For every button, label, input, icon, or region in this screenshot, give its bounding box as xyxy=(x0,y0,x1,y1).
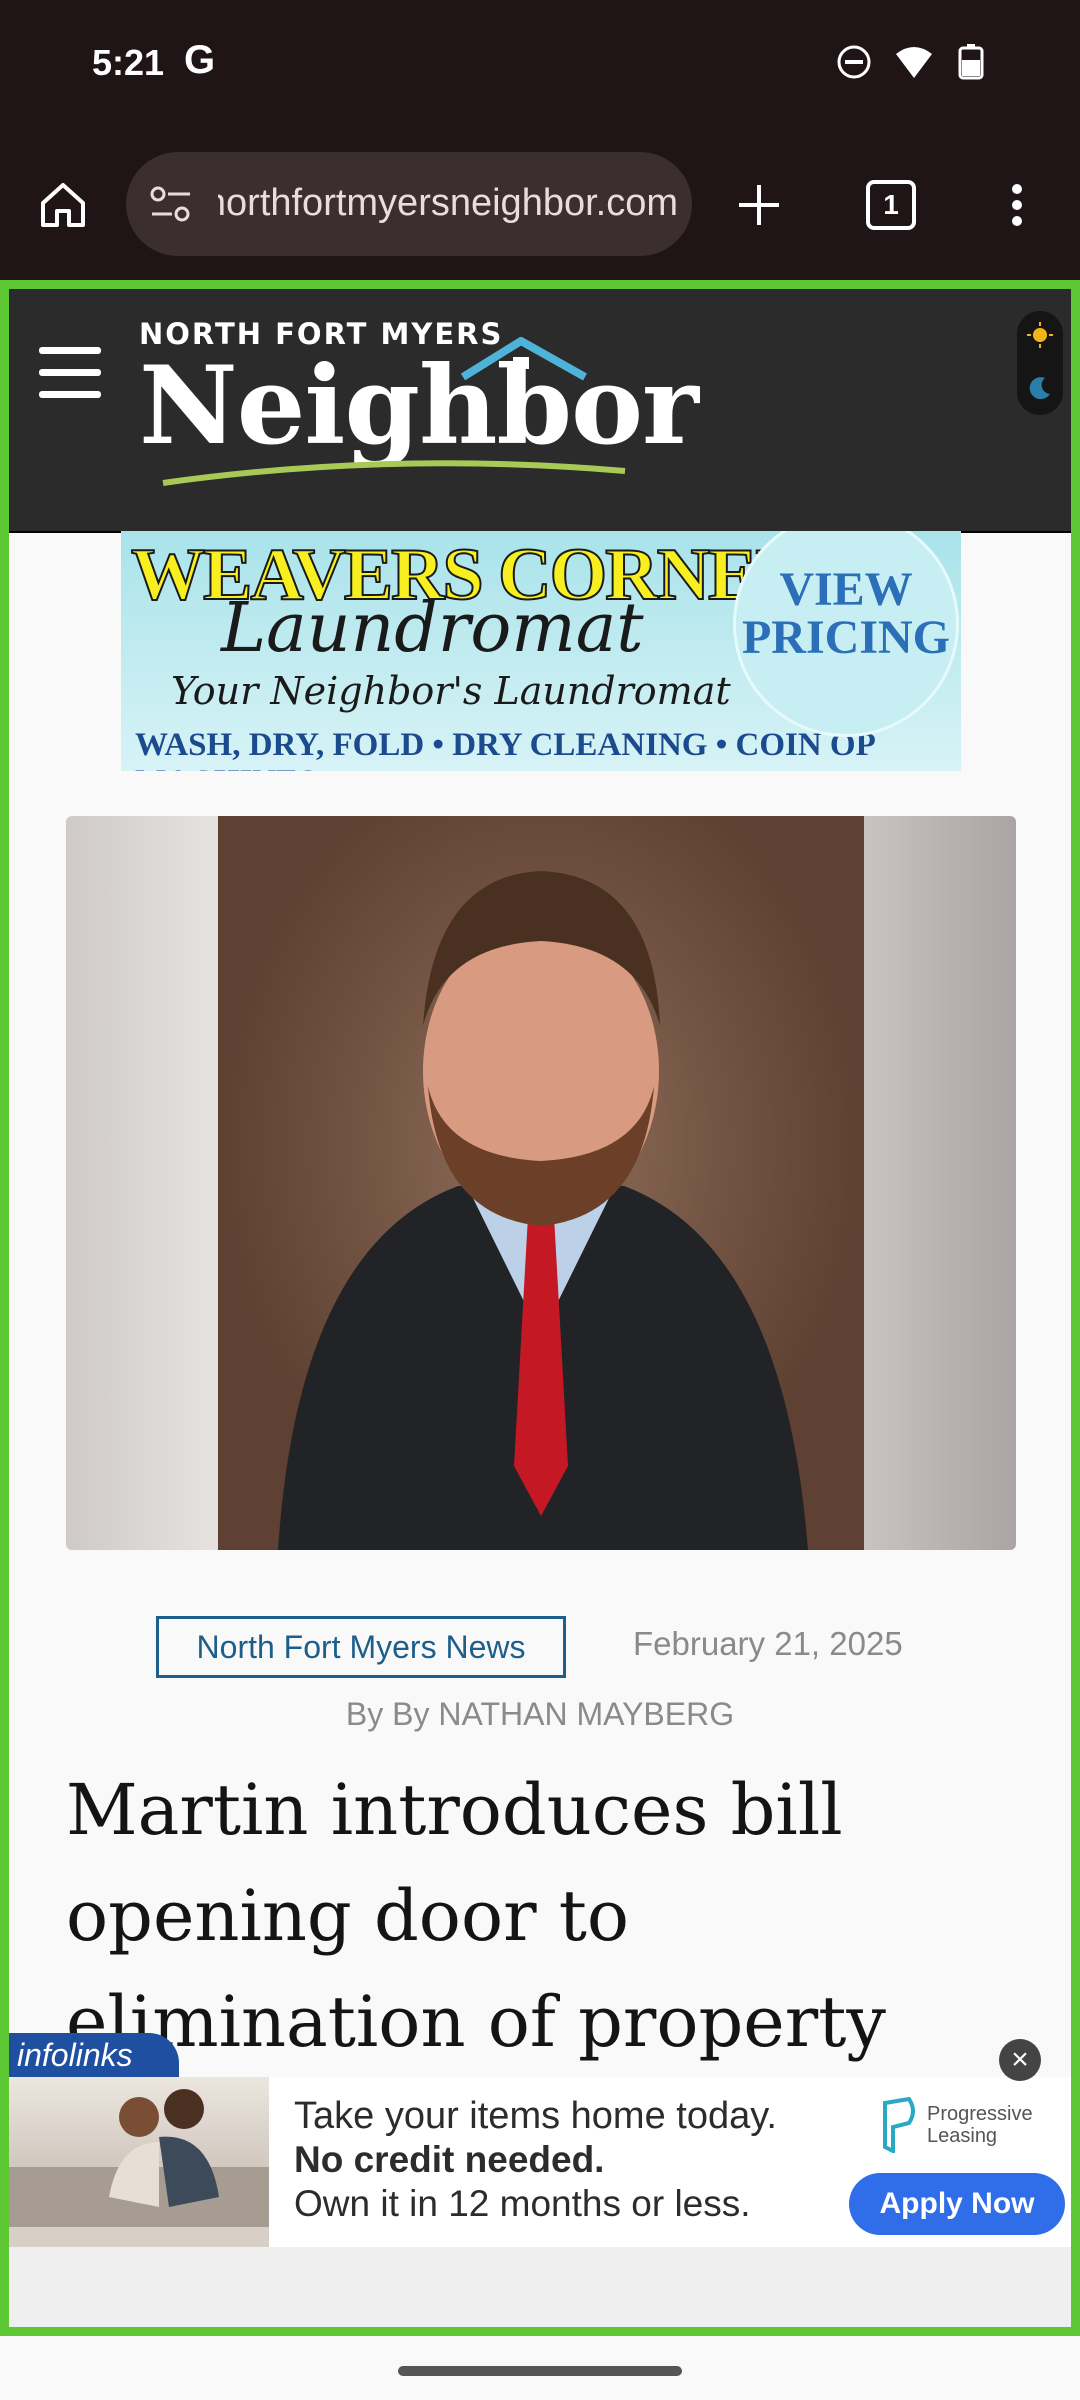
moon-icon xyxy=(1029,377,1050,400)
close-ad-button[interactable]: × xyxy=(999,2039,1041,2081)
category-tag[interactable]: North Fort Myers News xyxy=(156,1616,566,1678)
home-button[interactable] xyxy=(28,170,98,240)
leasing-logo-icon xyxy=(883,2096,915,2155)
ad-photo xyxy=(9,2077,269,2247)
page-bottom-area xyxy=(9,2247,1071,2327)
article-byline: By By NATHAN MAYBERG xyxy=(345,1696,735,1732)
wifi-icon xyxy=(896,47,932,78)
status-bar: 5:21 G xyxy=(0,0,1080,132)
ad-message-line2: No credit needed. xyxy=(294,2139,605,2180)
google-icon: G xyxy=(184,38,216,82)
house-roof-icon xyxy=(460,337,587,381)
gesture-handle[interactable] xyxy=(398,2366,682,2376)
laundromat-ad-banner[interactable]: WEAVERS CORNER Laundromat Your Neighbor'… xyxy=(121,531,961,771)
ad-message-line1: Take your items home today. xyxy=(294,2095,777,2137)
portrait-photo xyxy=(218,816,864,1550)
site-settings-icon[interactable] xyxy=(148,184,194,224)
ad-tagline: Your Neighbor's Laundromat xyxy=(171,669,731,713)
view-pricing-button[interactable]: VIEW PRICING xyxy=(733,531,959,737)
web-content: NORTH FORT MYERS Neighbor WEAVERS CORNER… xyxy=(0,280,1080,2336)
logo-text-line2: Leasing xyxy=(927,2125,998,2147)
infolinks-badge[interactable]: infolinks xyxy=(9,2033,179,2077)
article-date: February 21, 2025 xyxy=(633,1625,903,1662)
ad-cta-line2: PRICING xyxy=(741,611,950,664)
status-time: 5:21 xyxy=(92,42,165,83)
new-tab-button[interactable] xyxy=(724,170,794,240)
couple-on-sofa-image xyxy=(9,2089,269,2247)
site-logo[interactable]: NORTH FORT MYERS Neighbor xyxy=(139,317,699,487)
url-bar[interactable]: northfortmyersneighbor.com xyxy=(126,152,692,256)
status-icons xyxy=(836,44,988,80)
plus-icon xyxy=(739,185,779,225)
site-header: NORTH FORT MYERS Neighbor xyxy=(9,289,1071,533)
apply-now-button[interactable]: Apply Now xyxy=(849,2173,1065,2235)
portrait-figure xyxy=(278,871,808,1550)
ad-subheadline: Laundromat xyxy=(221,589,644,668)
more-vert-icon xyxy=(1012,184,1022,226)
logo-text-line1: Progressive xyxy=(927,2103,1033,2125)
sun-icon xyxy=(1027,322,1053,348)
ad-message-line3: Own it in 12 months or less. xyxy=(294,2183,751,2224)
do-not-disturb-icon xyxy=(837,45,871,79)
hamburger-menu-button[interactable] xyxy=(39,347,101,399)
home-icon xyxy=(41,183,85,227)
photo-right-edge xyxy=(864,816,1016,1550)
logo-swoosh xyxy=(162,460,626,486)
tab-switcher-button[interactable]: 1 xyxy=(856,170,926,240)
battery-icon xyxy=(958,44,984,80)
theme-toggle[interactable] xyxy=(1017,311,1063,415)
ad-cta-line1: VIEW xyxy=(779,563,913,616)
article-photo xyxy=(66,816,1016,1550)
url-text: northfortmyersneighbor.com xyxy=(218,182,678,224)
tab-count: 1 xyxy=(866,180,916,230)
bottom-ad[interactable]: Take your items home today. No credit ne… xyxy=(9,2077,1071,2247)
progressive-leasing-logo: Progressive Leasing xyxy=(879,2096,1059,2157)
menu-button[interactable] xyxy=(982,170,1052,240)
